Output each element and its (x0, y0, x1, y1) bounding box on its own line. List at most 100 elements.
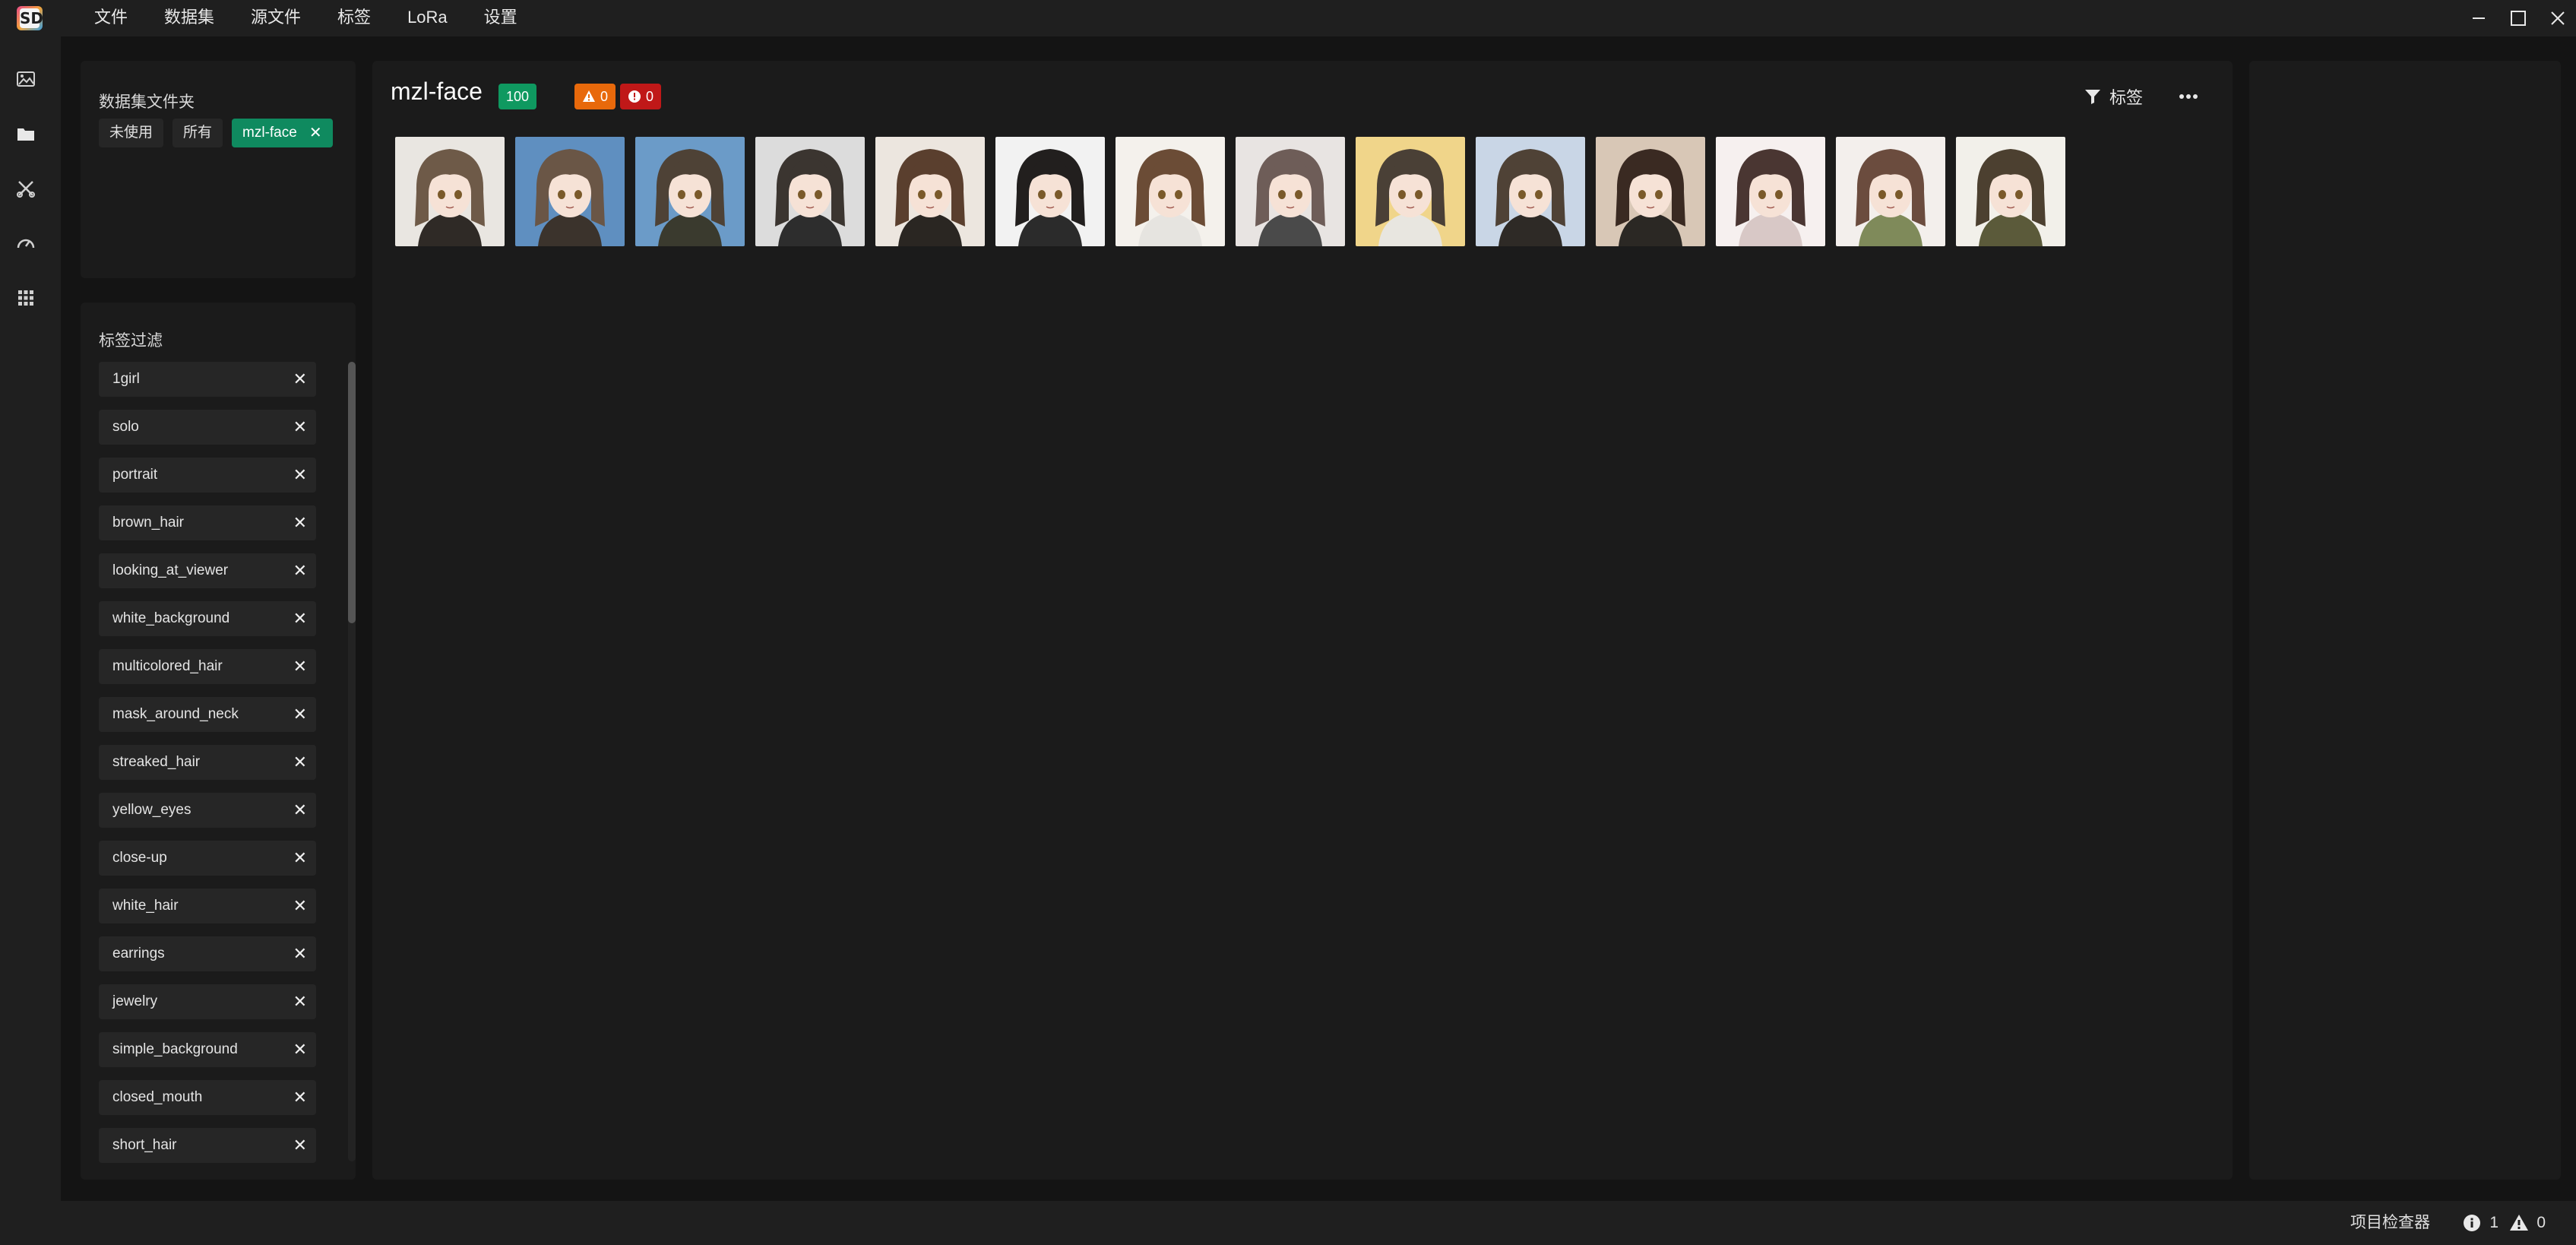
speedometer-icon[interactable] (15, 233, 36, 254)
tag-filter-item[interactable]: earrings ✕ (99, 936, 316, 971)
warning-badge[interactable]: 0 (574, 84, 616, 109)
remove-tag-icon[interactable]: ✕ (293, 505, 307, 540)
menu-settings[interactable]: 设置 (466, 0, 536, 36)
tag-label: streaked_hair (112, 754, 201, 770)
inspector-panel (2249, 61, 2561, 1180)
tag-filter-item[interactable]: yellow_eyes ✕ (99, 793, 316, 828)
minimize-icon (2473, 17, 2485, 19)
maximize-icon (2511, 11, 2526, 26)
remove-tag-icon[interactable]: ✕ (293, 601, 307, 636)
workspace: 数据集文件夹 未使用 所有 mzl-face ✕ 标签过滤 1girl ✕ solo… (61, 36, 2576, 1201)
tag-filter-item[interactable]: brown_hair ✕ (99, 505, 316, 540)
remove-tag-icon[interactable]: ✕ (293, 1080, 307, 1115)
close-icon (2551, 11, 2565, 25)
remove-tag-icon[interactable]: ✕ (293, 984, 307, 1019)
menu-lora[interactable]: LoRa (389, 0, 466, 36)
tag-filter-panel: 标签过滤 1girl ✕ solo ✕ portrait ✕ brown_hair ✕ look… (81, 303, 356, 1180)
tag-filter-item[interactable]: white_background ✕ (99, 601, 316, 636)
status-bar: 项目检查器 1 0 (0, 1201, 2576, 1245)
image-thumbnail[interactable] (1716, 137, 1825, 246)
tag-label: looking_at_viewer (112, 562, 229, 578)
image-thumbnail[interactable] (1836, 137, 1945, 246)
portrait-image (655, 149, 725, 246)
portrait-image (1495, 149, 1565, 246)
project-inspector-label[interactable]: 项目检查器 (2350, 1209, 2430, 1237)
tag-label: multicolored_hair (112, 658, 223, 674)
remove-tag-icon[interactable]: ✕ (293, 1032, 307, 1067)
remove-tag-icon[interactable]: ✕ (293, 745, 307, 780)
image-thumbnail[interactable] (515, 137, 625, 246)
image-thumbnail[interactable] (1596, 137, 1705, 246)
tag-filter-button[interactable]: 标签 (2084, 84, 2143, 109)
status-info[interactable]: 1 (2462, 1209, 2498, 1237)
filter-icon (2084, 90, 2100, 104)
tag-filter-item[interactable]: 1girl ✕ (99, 362, 316, 397)
tag-filter-item[interactable]: closed_mouth ✕ (99, 1080, 316, 1115)
tag-filter-item[interactable]: white_hair ✕ (99, 889, 316, 923)
tag-label: mask_around_neck (112, 706, 239, 722)
menu-dataset[interactable]: 数据集 (146, 0, 233, 36)
menu-file[interactable]: 文件 (79, 0, 146, 36)
error-badge[interactable]: 0 (620, 84, 662, 109)
close-window-button[interactable] (2540, 0, 2576, 36)
warning-icon (583, 90, 595, 102)
tag-filter-item[interactable]: streaked_hair ✕ (99, 745, 316, 780)
remove-tag-icon[interactable]: ✕ (293, 793, 307, 828)
tag-filter-item[interactable]: looking_at_viewer ✕ (99, 553, 316, 588)
remove-tag-icon[interactable]: ✕ (293, 889, 307, 923)
image-thumbnail[interactable] (1236, 137, 1345, 246)
remove-tag-icon[interactable]: ✕ (293, 410, 307, 445)
tag-filter-item[interactable]: jewelry ✕ (99, 984, 316, 1019)
tag-label: white_hair (112, 898, 179, 914)
portrait-image (535, 149, 605, 246)
scrollbar-thumb[interactable] (348, 362, 356, 623)
remove-tag-icon[interactable]: ✕ (293, 697, 307, 732)
image-thumbnail[interactable] (875, 137, 985, 246)
image-thumbnail[interactable] (995, 137, 1105, 246)
tag-filter-item[interactable]: multicolored_hair ✕ (99, 649, 316, 684)
menu-source-files[interactable]: 源文件 (233, 0, 319, 36)
images-icon[interactable] (15, 68, 36, 90)
tools-icon[interactable] (15, 178, 36, 199)
image-thumbnail[interactable] (1956, 137, 2065, 246)
remove-tag-icon[interactable]: ✕ (293, 362, 307, 397)
status-warnings[interactable]: 0 (2509, 1209, 2546, 1237)
tag-label: simple_background (112, 1041, 238, 1057)
remove-tag-icon[interactable]: ✕ (293, 841, 307, 876)
folder-chip-unused[interactable]: 未使用 (99, 119, 164, 147)
image-thumbnail[interactable] (1116, 137, 1225, 246)
folder-icon[interactable] (15, 123, 36, 144)
chip-remove-icon[interactable]: ✕ (309, 119, 322, 147)
folder-chip-group: 未使用 所有 mzl-face ✕ (99, 119, 342, 147)
tag-filter-item[interactable]: mask_around_neck ✕ (99, 697, 316, 732)
portrait-image (895, 149, 965, 246)
remove-tag-icon[interactable]: ✕ (293, 1128, 307, 1163)
image-thumbnail[interactable] (395, 137, 505, 246)
tag-filter-item[interactable]: simple_background ✕ (99, 1032, 316, 1067)
tag-label: white_background (112, 610, 230, 626)
tag-filter-item[interactable]: portrait ✕ (99, 458, 316, 493)
remove-tag-icon[interactable]: ✕ (293, 553, 307, 588)
image-thumbnail[interactable] (1356, 137, 1465, 246)
remove-tag-icon[interactable]: ✕ (293, 458, 307, 493)
tag-filter-item[interactable]: short_hair ✕ (99, 1128, 316, 1163)
maximize-button[interactable] (2500, 0, 2536, 36)
folder-chip-mzl-face[interactable]: mzl-face ✕ (232, 119, 333, 147)
tag-label: close-up (112, 850, 167, 866)
tag-list-scrollbar[interactable] (348, 362, 356, 1161)
remove-tag-icon[interactable]: ✕ (293, 936, 307, 971)
apps-grid-icon[interactable] (15, 287, 36, 309)
image-thumbnail[interactable] (635, 137, 745, 246)
tag-filter-item[interactable]: close-up ✕ (99, 841, 316, 876)
tag-filter-item[interactable]: solo ✕ (99, 410, 316, 445)
more-options-button[interactable] (2173, 84, 2204, 109)
error-icon (628, 90, 641, 103)
remove-tag-icon[interactable]: ✕ (293, 649, 307, 684)
portrait-image (1736, 149, 1805, 246)
menu-tags[interactable]: 标签 (319, 0, 389, 36)
image-thumbnail[interactable] (755, 137, 865, 246)
folder-chip-all[interactable]: 所有 (172, 119, 223, 147)
title-bar: SD 文件 数据集 源文件 标签 LoRa 设置 (0, 0, 2576, 36)
image-thumbnail[interactable] (1476, 137, 1585, 246)
minimize-button[interactable] (2460, 0, 2497, 36)
